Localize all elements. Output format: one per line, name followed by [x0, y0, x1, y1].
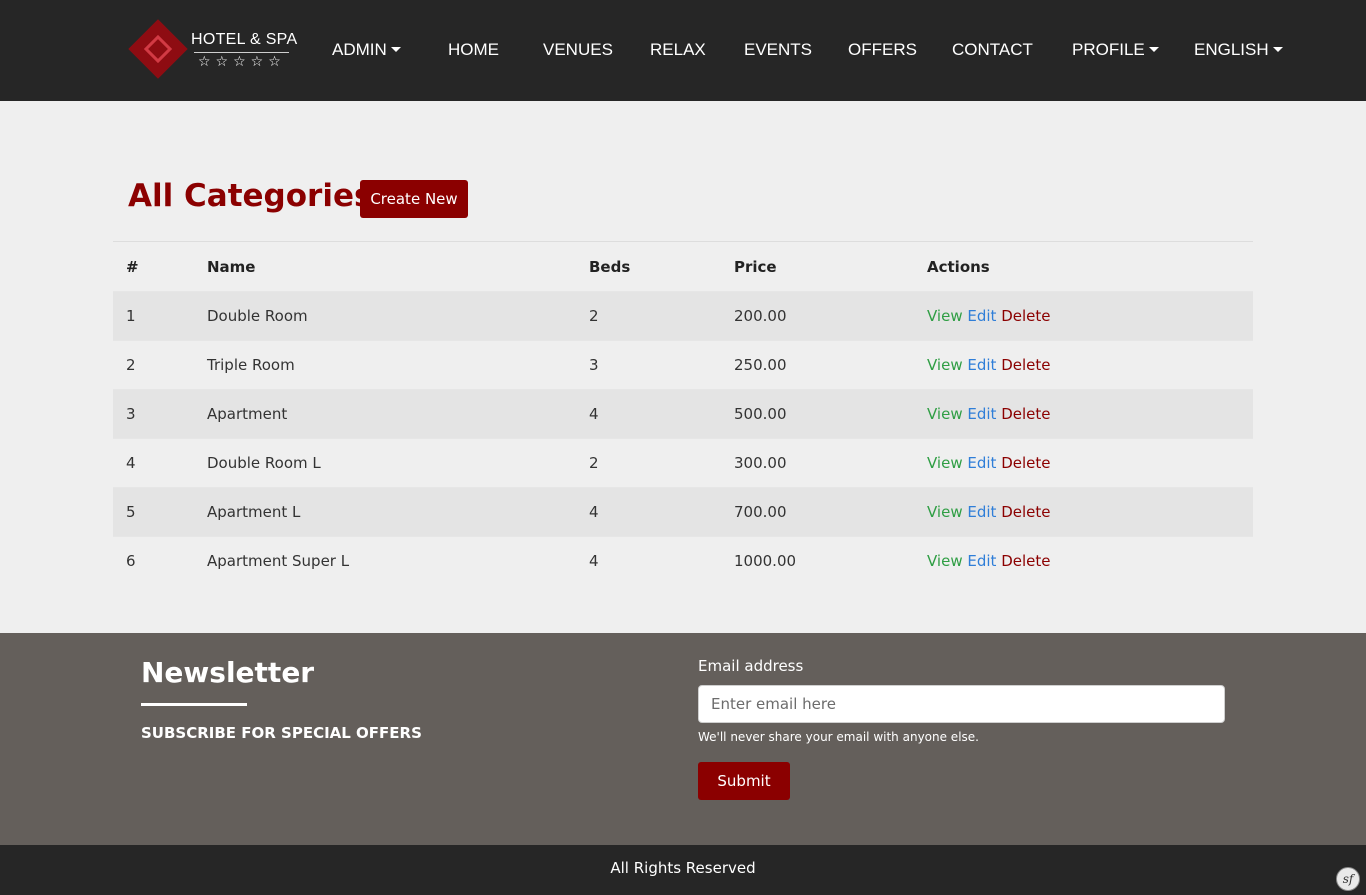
logo-divider	[194, 52, 289, 53]
view-link[interactable]: View	[927, 405, 963, 423]
hotel-logo[interactable]: HOTEL & SPA ☆☆☆☆☆	[128, 19, 298, 80]
delete-link[interactable]: Delete	[1001, 503, 1050, 521]
nav-admin-label: ADMIN	[332, 40, 387, 59]
nav-language[interactable]: ENGLISH	[1194, 40, 1283, 60]
edit-link[interactable]: Edit	[967, 405, 996, 423]
table-row: 5 Apartment L 4 700.00 View Edit Delete	[113, 487, 1253, 537]
nav-profile[interactable]: PROFILE	[1072, 40, 1159, 60]
edit-link[interactable]: Edit	[967, 454, 996, 472]
cell-price: 300.00	[721, 438, 914, 488]
cell-actions: View Edit Delete	[914, 340, 1253, 390]
title-separator: -	[338, 178, 350, 214]
newsletter-section: Newsletter SUBSCRIBE FOR SPECIAL OFFERS …	[0, 633, 1366, 845]
column-header-id: #	[113, 241, 194, 292]
cell-name: Apartment L	[194, 487, 576, 537]
table-row: 4 Double Room L 2 300.00 View Edit Delete	[113, 438, 1253, 488]
cell-id: 2	[113, 340, 194, 390]
page-title: All Categories	[128, 178, 373, 214]
cell-beds: 4	[576, 536, 721, 586]
email-help-text: We'll never share your email with anyone…	[698, 730, 979, 744]
column-header-actions: Actions	[914, 241, 1253, 292]
column-header-beds: Beds	[576, 241, 721, 292]
newsletter-title: Newsletter	[141, 656, 315, 689]
cell-price: 200.00	[721, 291, 914, 341]
nav-events[interactable]: EVENTS	[744, 40, 812, 60]
column-header-price: Price	[721, 241, 914, 292]
categories-table: # Name Beds Price Actions 1 Double Room 2 2…	[113, 241, 1253, 586]
view-link[interactable]: View	[927, 503, 963, 521]
table-row: 6 Apartment Super L 4 1000.00 View Edit Dele…	[113, 536, 1253, 586]
cell-name: Double Room	[194, 291, 576, 341]
cell-beds: 4	[576, 389, 721, 439]
cell-name: Apartment	[194, 389, 576, 439]
footer-copyright: All Rights Reserved	[610, 859, 756, 877]
email-label: Email address	[698, 657, 804, 675]
star-rating-icon: ☆☆☆☆☆	[198, 54, 286, 70]
cell-id: 4	[113, 438, 194, 488]
cell-actions: View Edit Delete	[914, 487, 1253, 537]
submit-button[interactable]: Submit	[698, 762, 790, 800]
edit-link[interactable]: Edit	[967, 552, 996, 570]
footer: All Rights Reserved	[0, 845, 1366, 895]
cell-beds: 2	[576, 291, 721, 341]
table-row: 1 Double Room 2 200.00 View Edit Delete	[113, 291, 1253, 341]
nav-offers[interactable]: OFFERS	[848, 40, 917, 60]
delete-link[interactable]: Delete	[1001, 405, 1050, 423]
table-body: 1 Double Room 2 200.00 View Edit Delete 2 Trip…	[113, 291, 1253, 586]
cell-price: 250.00	[721, 340, 914, 390]
cell-beds: 3	[576, 340, 721, 390]
cell-beds: 4	[576, 487, 721, 537]
brand-name: HOTEL & SPA	[191, 31, 298, 48]
nav-contact[interactable]: CONTACT	[952, 40, 1033, 60]
nav-home[interactable]: HOME	[448, 40, 499, 60]
cell-price: 500.00	[721, 389, 914, 439]
cell-id: 3	[113, 389, 194, 439]
table-row: 2 Triple Room 3 250.00 View Edit Delete	[113, 340, 1253, 390]
cell-id: 6	[113, 536, 194, 586]
cell-name: Double Room L	[194, 438, 576, 488]
navbar: HOTEL & SPA ☆☆☆☆☆ ADMIN HOME VENUES RELA…	[0, 0, 1366, 101]
create-new-button[interactable]: Create New	[360, 180, 468, 218]
edit-link[interactable]: Edit	[967, 356, 996, 374]
table-row: 3 Apartment 4 500.00 View Edit Delete	[113, 389, 1253, 439]
nav-admin[interactable]: ADMIN	[332, 40, 401, 60]
view-link[interactable]: View	[927, 552, 963, 570]
edit-link[interactable]: Edit	[967, 307, 996, 325]
cell-price: 700.00	[721, 487, 914, 537]
edit-link[interactable]: Edit	[967, 503, 996, 521]
nav-venues[interactable]: VENUES	[543, 40, 613, 60]
delete-link[interactable]: Delete	[1001, 454, 1050, 472]
caret-down-icon	[390, 47, 401, 52]
delete-link[interactable]: Delete	[1001, 307, 1050, 325]
delete-link[interactable]: Delete	[1001, 356, 1050, 374]
caret-down-icon	[1148, 47, 1159, 52]
delete-link[interactable]: Delete	[1001, 552, 1050, 570]
newsletter-underline	[141, 703, 247, 706]
cell-id: 1	[113, 291, 194, 341]
nav-profile-label: PROFILE	[1072, 40, 1145, 59]
cell-actions: View Edit Delete	[914, 291, 1253, 341]
column-header-name: Name	[194, 241, 576, 292]
cell-beds: 2	[576, 438, 721, 488]
cell-name: Triple Room	[194, 340, 576, 390]
cell-id: 5	[113, 487, 194, 537]
cell-actions: View Edit Delete	[914, 536, 1253, 586]
cell-actions: View Edit Delete	[914, 389, 1253, 439]
nav-language-label: ENGLISH	[1194, 40, 1269, 59]
nav-relax[interactable]: RELAX	[650, 40, 706, 60]
symfony-icon[interactable]: sf	[1336, 867, 1360, 891]
view-link[interactable]: View	[927, 454, 963, 472]
newsletter-subtitle: SUBSCRIBE FOR SPECIAL OFFERS	[141, 724, 422, 742]
table-header: # Name Beds Price Actions	[113, 241, 1253, 292]
caret-down-icon	[1272, 47, 1283, 52]
view-link[interactable]: View	[927, 356, 963, 374]
view-link[interactable]: View	[927, 307, 963, 325]
cell-actions: View Edit Delete	[914, 438, 1253, 488]
cell-price: 1000.00	[721, 536, 914, 586]
email-field[interactable]	[698, 685, 1225, 723]
cell-name: Apartment Super L	[194, 536, 576, 586]
